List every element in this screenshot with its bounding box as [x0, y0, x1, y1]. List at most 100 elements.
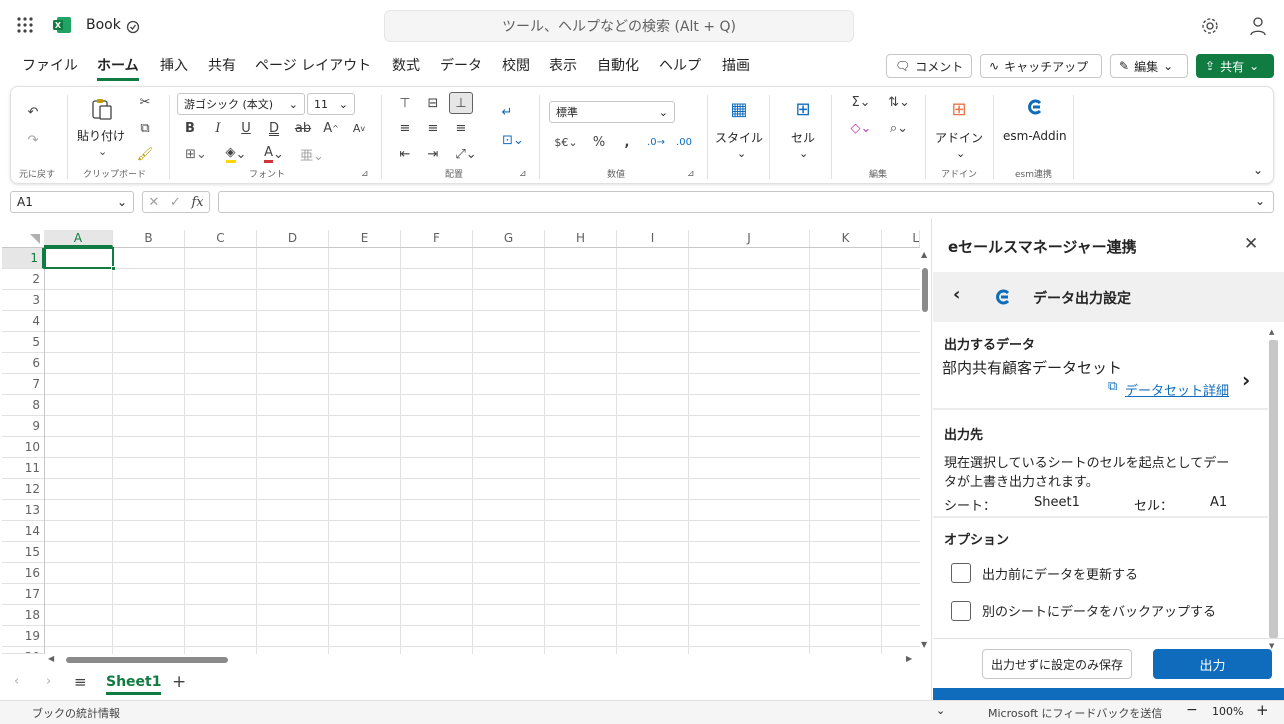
wrap-text-icon[interactable]: ↵ — [497, 103, 517, 121]
merge-cells-icon[interactable]: ⊡⌄ — [497, 131, 529, 149]
increase-font-icon[interactable]: A ^ — [321, 119, 341, 137]
status-chevron-icon[interactable]: ⌄ — [936, 704, 945, 717]
menu-file[interactable]: ファイル — [22, 57, 78, 81]
menu-insert[interactable]: 挿入 — [160, 57, 188, 81]
row-header[interactable]: 3 — [2, 290, 44, 311]
clear-icon[interactable]: ◇⌄ — [845, 119, 877, 137]
output-button[interactable]: 出力 — [1153, 649, 1272, 679]
number-format-select[interactable]: 標準 ⌄ — [549, 101, 675, 123]
font-name-select[interactable]: 游ゴシック (本文) ⌄ — [177, 93, 305, 115]
font-dialog-launcher-icon[interactable]: ⊿ — [361, 169, 369, 179]
row-header[interactable]: 18 — [2, 605, 44, 626]
row-header[interactable]: 14 — [2, 521, 44, 542]
row-header[interactable]: 20 — [2, 647, 44, 654]
horizontal-scroll-thumb[interactable] — [66, 657, 228, 663]
font-size-select[interactable]: 11 ⌄ — [307, 93, 355, 115]
autosum-icon[interactable]: Σ⌄ — [845, 93, 877, 111]
column-header[interactable]: G — [473, 230, 545, 247]
increase-indent-icon[interactable]: ⇥ — [423, 145, 443, 163]
menu-data[interactable]: データ — [440, 57, 482, 81]
cell-chevron-icon[interactable]: ⌄ — [799, 147, 808, 160]
column-header[interactable]: H — [545, 230, 617, 247]
strikethrough-icon[interactable]: ab — [293, 119, 313, 137]
settings-gear-icon[interactable] — [1200, 16, 1220, 36]
percent-icon[interactable]: % — [589, 133, 609, 151]
ribbon-expand-icon[interactable]: ⌄ — [1253, 163, 1263, 177]
esm-addin-button[interactable]: esm-Addin — [1003, 129, 1067, 143]
sheet-nav-next-icon[interactable]: › — [46, 674, 51, 689]
row-header[interactable]: 11 — [2, 458, 44, 479]
align-right-icon[interactable]: ≡ — [451, 119, 471, 137]
row-header[interactable]: 10 — [2, 437, 44, 458]
border-icon[interactable]: ⊞⌄ — [181, 145, 211, 163]
dataset-name[interactable]: 部内共有顧客データセット — [942, 357, 1122, 378]
refresh-before-output-label[interactable]: 出力前にデータを更新する — [982, 564, 1138, 583]
column-header[interactable]: J — [689, 230, 810, 247]
italic-icon[interactable]: I — [209, 119, 227, 137]
vertical-scrollbar[interactable]: ▲ ▼ — [920, 248, 930, 654]
feedback-link[interactable]: Microsoft にフィードバックを送信 — [988, 705, 1162, 721]
row-header[interactable]: 17 — [2, 584, 44, 605]
row-header[interactable]: 8 — [2, 395, 44, 416]
align-dialog-launcher-icon[interactable]: ⊿ — [519, 169, 527, 179]
row-header[interactable]: 19 — [2, 626, 44, 647]
row-header[interactable]: 4 — [2, 311, 44, 332]
column-header[interactable]: I — [617, 230, 689, 247]
row-header[interactable]: 12 — [2, 479, 44, 500]
menu-view[interactable]: 表示 — [549, 57, 577, 81]
align-bottom-icon[interactable]: ⊥ — [449, 92, 473, 114]
scroll-left-icon[interactable]: ◀ — [48, 654, 54, 663]
format-painter-icon[interactable]: 🖌 — [135, 145, 155, 163]
cell-icon[interactable]: ⊞ — [791, 97, 815, 121]
menu-share[interactable]: 共有 — [208, 57, 236, 81]
close-icon[interactable]: ✕ — [1244, 234, 1258, 254]
align-top-icon[interactable]: ⊤ — [395, 93, 415, 113]
row-header[interactable]: 7 — [2, 374, 44, 395]
worksheet-grid[interactable] — [2, 230, 920, 654]
external-link-icon[interactable]: ⧉ — [1108, 379, 1117, 394]
row-header[interactable]: 5 — [2, 332, 44, 353]
style-button[interactable]: スタイル — [715, 129, 763, 146]
formula-input[interactable]: ⌄ — [218, 191, 1274, 213]
refresh-before-output-checkbox[interactable] — [951, 563, 971, 583]
font-color-icon[interactable]: A ⌄ — [257, 145, 291, 163]
dataset-chevron-right-icon[interactable]: › — [1242, 368, 1250, 392]
redo-icon[interactable]: ↷ — [23, 131, 43, 149]
save-settings-button[interactable]: 出力せずに設定のみ保存 — [982, 649, 1132, 679]
menu-draw[interactable]: 描画 — [722, 57, 750, 81]
paste-icon[interactable] — [91, 97, 113, 121]
row-header[interactable]: 6 — [2, 353, 44, 374]
align-middle-icon[interactable]: ⊟ — [423, 93, 443, 113]
column-header[interactable]: A — [44, 230, 113, 247]
decrease-decimal-icon[interactable]: .00 — [673, 133, 695, 151]
add-sheet-button[interactable]: + — [172, 672, 186, 692]
zoom-in-button[interactable]: + — [1256, 701, 1269, 719]
number-dialog-launcher-icon[interactable]: ⊿ — [687, 169, 695, 179]
comment-button[interactable]: 🗨 コメント — [886, 54, 972, 78]
esm-logo-icon[interactable] — [1025, 97, 1045, 117]
workbook-statistics[interactable]: ブックの統計情報 — [32, 705, 120, 721]
sheet-tab-active[interactable]: Sheet1 — [106, 674, 162, 695]
orientation-icon[interactable]: ⤢⌄ — [451, 145, 481, 163]
app-launcher-icon[interactable] — [16, 16, 34, 34]
style-chevron-icon[interactable]: ⌄ — [737, 147, 746, 160]
undo-icon[interactable]: ↶ — [23, 103, 43, 121]
backup-sheet-checkbox[interactable] — [951, 601, 971, 621]
bold-icon[interactable]: B — [181, 119, 199, 137]
account-icon[interactable] — [1248, 16, 1268, 36]
pane-scroll-thumb[interactable] — [1269, 340, 1278, 638]
pane-scrollbar[interactable]: ▲ ▼ — [1268, 328, 1278, 652]
align-center-icon[interactable]: ≡ — [423, 119, 443, 137]
function-icon[interactable]: fx — [191, 195, 203, 210]
share-button[interactable]: ⇪ 共有 ⌄ — [1196, 54, 1274, 78]
menu-review[interactable]: 校閲 — [502, 57, 530, 81]
all-sheets-icon[interactable]: ≡ — [74, 673, 87, 691]
cut-icon[interactable]: ✂ — [135, 93, 155, 111]
catchup-button[interactable]: ∿ キャッチアップ — [980, 54, 1102, 78]
scroll-right-icon[interactable]: ▶ — [906, 654, 912, 663]
menu-home[interactable]: ホーム — [97, 57, 139, 81]
column-header[interactable]: F — [401, 230, 473, 247]
vertical-scroll-thumb[interactable] — [922, 268, 928, 312]
sort-filter-icon[interactable]: ⇅⌄ — [883, 93, 915, 111]
dataset-detail-link[interactable]: データセット詳細 — [1125, 380, 1229, 399]
